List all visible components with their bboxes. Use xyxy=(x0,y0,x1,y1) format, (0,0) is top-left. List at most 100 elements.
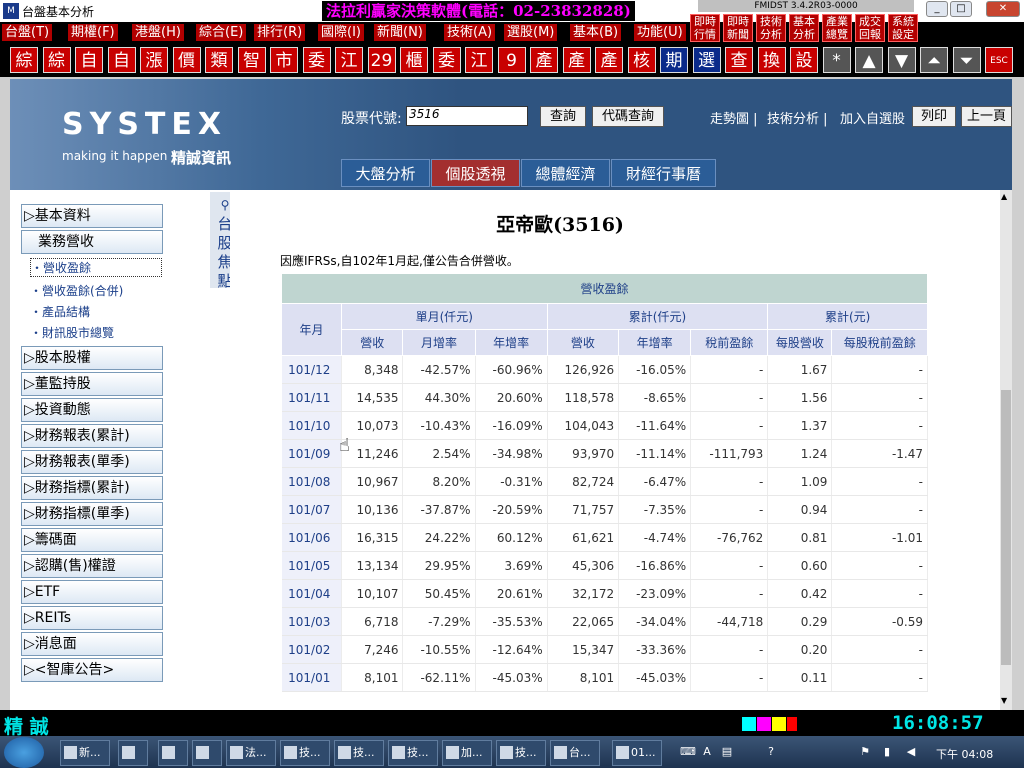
scroll-up-icon[interactable]: ▲ xyxy=(1001,192,1007,201)
sidebar-subitem[interactable]: ・財訊股市總覽 xyxy=(30,324,114,341)
menu-item[interactable]: 綜合(E) xyxy=(196,24,247,41)
link-chart[interactable]: 走勢圖 | xyxy=(710,108,758,127)
sidebar-item[interactable]: ▷認購(售)權證 xyxy=(21,554,163,578)
toolbar-button[interactable]: ESC xyxy=(985,47,1013,73)
toolbar-button[interactable]: 核 xyxy=(627,47,656,73)
menu-item[interactable]: 國際(I) xyxy=(318,24,364,41)
start-button[interactable] xyxy=(4,737,44,768)
toolbar-button[interactable]: 自 xyxy=(75,47,103,73)
tray-icon[interactable]: ⌨ xyxy=(680,745,696,759)
toolbar-button[interactable]: 江 xyxy=(465,47,493,73)
flag-icon[interactable]: ⚑ xyxy=(858,745,872,759)
menu-item[interactable]: 港盤(H) xyxy=(132,24,184,41)
toolbar-button[interactable]: 漲 xyxy=(140,47,168,73)
taskbar-item[interactable]: 技... xyxy=(334,740,384,766)
scrollbar-thumb[interactable] xyxy=(1001,390,1011,665)
menu-item[interactable]: 排行(R) xyxy=(254,24,306,41)
tab-market[interactable]: 大盤分析 xyxy=(341,159,430,187)
tray-icon[interactable]: ▤ xyxy=(720,745,734,759)
prev-page-button[interactable]: 上一頁 xyxy=(961,106,1012,127)
menu-item[interactable]: 台盤(T) xyxy=(2,24,53,41)
sidebar-item[interactable]: ▷消息面 xyxy=(21,632,163,656)
toolbar-button[interactable]: 智 xyxy=(237,47,266,73)
query-button[interactable]: 查詢 xyxy=(540,106,586,127)
menu-item[interactable]: 功能(U) xyxy=(634,24,686,41)
quick-button[interactable]: 即時行情 xyxy=(690,14,720,42)
toolbar-button[interactable]: 產 xyxy=(595,47,623,73)
tray-icon[interactable]: A xyxy=(700,745,714,759)
help-icon[interactable]: ? xyxy=(764,745,778,759)
toolbar-button[interactable]: * xyxy=(822,47,851,73)
toolbar-button[interactable]: ⏷ xyxy=(952,47,981,73)
taskbar-item[interactable]: 新... xyxy=(60,740,110,766)
sidebar-item[interactable]: ▷ETF xyxy=(21,580,163,604)
toolbar-button[interactable]: 產 xyxy=(562,47,591,73)
tab-macro[interactable]: 總體經濟 xyxy=(521,159,610,187)
sidebar-item[interactable]: ▷<智庫公告> xyxy=(21,658,163,682)
sidebar-item[interactable]: ▷財務報表(單季) xyxy=(21,450,163,474)
quick-button[interactable]: 即時新聞 xyxy=(723,14,753,42)
sidebar-subitem[interactable]: ・營收盈餘(合併) xyxy=(30,282,123,299)
quick-button[interactable]: 基本分析 xyxy=(789,14,819,42)
menu-item[interactable]: 期權(F) xyxy=(68,24,118,41)
quick-button[interactable]: 技術分析 xyxy=(756,14,786,42)
sidebar-item[interactable]: ▷財務指標(累計) xyxy=(21,476,163,500)
toolbar-button[interactable]: ⏶ xyxy=(920,47,948,73)
toolbar-button[interactable]: 類 xyxy=(205,47,233,73)
taskbar-item[interactable]: 技... xyxy=(496,740,546,766)
close-button[interactable]: ✕ xyxy=(986,1,1020,17)
sidebar-subitem[interactable]: ・產品結構 xyxy=(30,303,90,320)
quick-button[interactable]: 產業總覽 xyxy=(822,14,852,42)
sidebar-item[interactable]: ▷基本資料 xyxy=(21,204,163,228)
sidebar-item[interactable]: ▷董監持股 xyxy=(21,372,163,396)
taskbar-item[interactable]: 台... xyxy=(550,740,600,766)
vertical-scrollbar[interactable]: ▲ ▼ xyxy=(1000,190,1012,710)
link-add-watchlist[interactable]: 加入自選股 xyxy=(840,108,905,127)
tab-stock[interactable]: 個股透視 xyxy=(431,159,520,187)
menu-item[interactable]: 選股(M) xyxy=(504,24,558,41)
toolbar-button[interactable]: 自 xyxy=(107,47,136,73)
toolbar-button[interactable]: 查 xyxy=(725,47,753,73)
sidebar-item[interactable]: ▷投資動態 xyxy=(21,398,163,422)
toolbar-button[interactable]: ▼ xyxy=(887,47,916,73)
taskbar-item[interactable]: 技... xyxy=(280,740,330,766)
toolbar-button[interactable]: 設 xyxy=(790,47,818,73)
sidebar-subitem[interactable]: ・營收盈餘 xyxy=(30,258,162,277)
toolbar-button[interactable]: 委 xyxy=(432,47,461,73)
stock-code-input[interactable]: 3516 xyxy=(406,106,528,126)
code-query-button[interactable]: 代碼查詢 xyxy=(592,106,664,127)
sidebar-item[interactable]: ▷REITs xyxy=(21,606,163,630)
sidebar-item[interactable]: 業務營收 xyxy=(21,230,163,254)
taskbar-item[interactable]: 技... xyxy=(388,740,438,766)
menu-item[interactable]: 新聞(N) xyxy=(374,24,426,41)
minimize-button[interactable]: _ xyxy=(926,1,948,17)
taskbar-item[interactable] xyxy=(192,740,222,766)
sidebar-item[interactable]: ▷股本股權 xyxy=(21,346,163,370)
taskbar-item[interactable]: 01... xyxy=(612,740,662,766)
toolbar-button[interactable]: 櫃 xyxy=(400,47,428,73)
toolbar-button[interactable]: 價 xyxy=(172,47,201,73)
toolbar-button[interactable]: 9 xyxy=(497,47,526,73)
toolbar-button[interactable]: 選 xyxy=(692,47,721,73)
sidebar-item[interactable]: ▷財務報表(累計) xyxy=(21,424,163,448)
maximize-button[interactable]: □ xyxy=(950,1,972,17)
taskbar-item[interactable] xyxy=(158,740,188,766)
quick-button[interactable]: 系統設定 xyxy=(888,14,918,42)
toolbar-button[interactable]: 江 xyxy=(335,47,363,73)
toolbar-button[interactable]: 綜 xyxy=(10,47,38,73)
link-technical[interactable]: 技術分析 | xyxy=(767,108,828,127)
scroll-down-icon[interactable]: ▼ xyxy=(1001,696,1007,705)
toolbar-button[interactable]: 產 xyxy=(530,47,558,73)
toolbar-button[interactable]: ▲ xyxy=(855,47,883,73)
sidebar-item[interactable]: ▷財務指標(單季) xyxy=(21,502,163,526)
volume-icon[interactable]: ◀ xyxy=(904,745,918,759)
print-button[interactable]: 列印 xyxy=(912,106,956,127)
menu-item[interactable]: 技術(A) xyxy=(444,24,496,41)
toolbar-button[interactable]: 期 xyxy=(660,47,688,73)
toolbar-button[interactable]: 綜 xyxy=(42,47,71,73)
toolbar-button[interactable]: 市 xyxy=(270,47,298,73)
toolbar-button[interactable]: 換 xyxy=(757,47,786,73)
taskbar-item[interactable]: 加... xyxy=(442,740,492,766)
menu-item[interactable]: 基本(B) xyxy=(570,24,622,41)
toolbar-button[interactable]: 29 xyxy=(367,47,396,73)
